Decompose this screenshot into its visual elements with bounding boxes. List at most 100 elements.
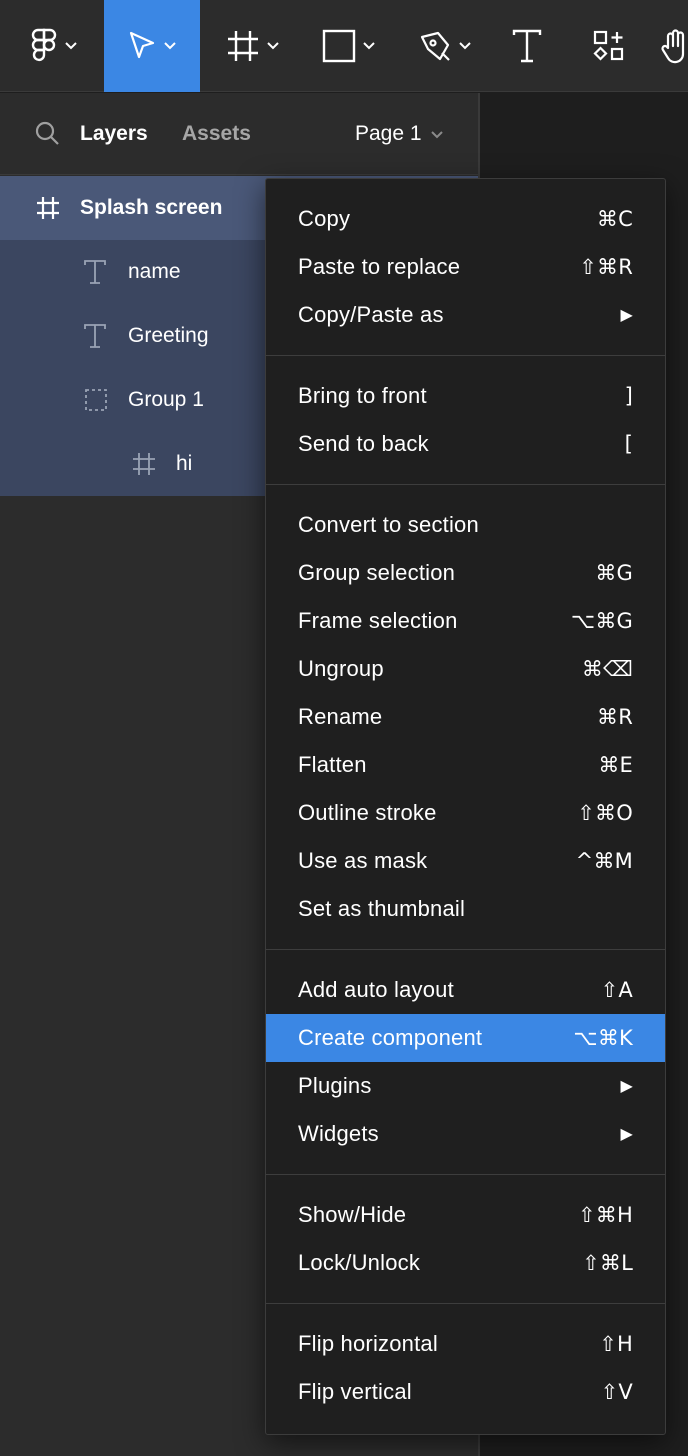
- shortcut-label: ⇧⌘H: [578, 1203, 633, 1227]
- menu-item-label: Paste to replace: [298, 254, 461, 279]
- menu-item-label: Set as thumbnail: [298, 896, 466, 921]
- chevron-down-icon: [163, 41, 177, 51]
- shortcut-label: ⇧H: [599, 1332, 633, 1356]
- shortcut-label: ⇧⌘L: [582, 1251, 633, 1275]
- menu-item-label: Use as mask: [298, 848, 428, 873]
- menu-item-label: Bring to front: [298, 383, 427, 408]
- menu-item-lock-unlock[interactable]: Lock/Unlock ⇧⌘L: [266, 1239, 665, 1287]
- move-tool-button[interactable]: [104, 0, 200, 92]
- group-icon: [84, 368, 108, 432]
- menu-item-paste-to-replace[interactable]: Paste to replace ⇧⌘R: [266, 243, 665, 291]
- menu-item-copy[interactable]: Copy ⌘C: [266, 195, 665, 243]
- menu-item-label: Flip horizontal: [298, 1331, 438, 1356]
- menu-group-order: Bring to front ] Send to back [: [266, 356, 665, 485]
- menu-item-label: Send to back: [298, 431, 429, 456]
- resources-icon: [592, 29, 626, 63]
- shortcut-label: ⌥⌘K: [573, 1026, 633, 1050]
- shortcut-label: ⌘G: [595, 561, 633, 585]
- menu-item-flatten[interactable]: Flatten ⌘E: [266, 741, 665, 789]
- shortcut-label: ⌘C: [596, 207, 633, 231]
- submenu-arrow-icon: ▶: [620, 1124, 633, 1143]
- text-icon: [512, 29, 542, 63]
- menu-item-label: Outline stroke: [298, 800, 437, 825]
- chevron-down-icon: [362, 41, 376, 51]
- search-icon[interactable]: [34, 120, 60, 151]
- menu-item-flip-vertical[interactable]: Flip vertical ⇧V: [266, 1368, 665, 1416]
- menu-item-label: Flatten: [298, 752, 367, 777]
- shape-tool-button[interactable]: [306, 0, 392, 92]
- tab-layers[interactable]: Layers: [80, 121, 148, 147]
- text-icon: [84, 304, 106, 368]
- resources-button[interactable]: [578, 0, 640, 92]
- menu-group-structure: Convert to section Group selection ⌘G Fr…: [266, 485, 665, 950]
- frame-icon: [226, 29, 260, 63]
- figma-logo-icon: [30, 28, 58, 64]
- text-icon: [84, 240, 106, 304]
- menu-item-send-to-back[interactable]: Send to back [: [266, 420, 665, 468]
- layer-label: name: [128, 260, 181, 283]
- move-cursor-icon: [127, 30, 157, 62]
- shortcut-label: ^⌘M: [575, 849, 633, 873]
- shortcut-label: [: [624, 432, 633, 456]
- menu-item-label: Ungroup: [298, 656, 384, 681]
- menu-item-label: Convert to section: [298, 512, 479, 537]
- menu-group-visibility: Show/Hide ⇧⌘H Lock/Unlock ⇧⌘L: [266, 1175, 665, 1304]
- chevron-down-icon: [458, 41, 472, 51]
- menu-item-bring-to-front[interactable]: Bring to front ]: [266, 372, 665, 420]
- menu-item-label: Show/Hide: [298, 1202, 407, 1227]
- menu-item-widgets[interactable]: Widgets ▶: [266, 1110, 665, 1158]
- menu-item-plugins[interactable]: Plugins ▶: [266, 1062, 665, 1110]
- toolbar: [0, 0, 688, 92]
- shortcut-label: ⌘E: [598, 753, 633, 777]
- menu-item-show-hide[interactable]: Show/Hide ⇧⌘H: [266, 1191, 665, 1239]
- menu-item-flip-horizontal[interactable]: Flip horizontal ⇧H: [266, 1320, 665, 1368]
- pen-tool-button[interactable]: [402, 0, 488, 92]
- rectangle-icon: [322, 29, 356, 63]
- hand-tool-button[interactable]: [660, 0, 688, 92]
- shortcut-label: ⇧V: [600, 1380, 633, 1404]
- chevron-down-icon: [266, 41, 280, 51]
- shortcut-label: ⌥⌘G: [570, 609, 633, 633]
- menu-item-label: Plugins: [298, 1073, 372, 1098]
- menu-item-label: Flip vertical: [298, 1379, 412, 1404]
- frame-icon: [36, 176, 60, 240]
- menu-group-clipboard: Copy ⌘C Paste to replace ⇧⌘R Copy/Paste …: [266, 179, 665, 356]
- page-name: Page 1: [355, 122, 422, 145]
- page-selector[interactable]: Page 1: [355, 121, 444, 147]
- menu-item-label: Widgets: [298, 1121, 379, 1146]
- panel-tabs: Layers Assets Page 1: [0, 93, 480, 175]
- frame-tool-button[interactable]: [210, 0, 296, 92]
- submenu-arrow-icon: ▶: [620, 1076, 633, 1095]
- menu-item-outline-stroke[interactable]: Outline stroke ⇧⌘O: [266, 789, 665, 837]
- tab-assets[interactable]: Assets: [182, 121, 251, 147]
- shortcut-label: ]: [624, 384, 633, 408]
- main-menu-button[interactable]: [14, 0, 94, 92]
- menu-item-label: Rename: [298, 704, 383, 729]
- layer-label: Greeting: [128, 324, 209, 347]
- menu-item-rename[interactable]: Rename ⌘R: [266, 693, 665, 741]
- menu-item-label: Lock/Unlock: [298, 1250, 421, 1275]
- pen-icon: [418, 29, 452, 63]
- text-tool-button[interactable]: [498, 0, 556, 92]
- menu-item-label: Copy/Paste as: [298, 302, 444, 327]
- chevron-down-icon: [430, 121, 444, 147]
- shortcut-label: ⇧A: [600, 978, 633, 1002]
- hand-icon: [660, 28, 688, 64]
- menu-item-label: Copy: [298, 206, 351, 231]
- menu-item-use-as-mask[interactable]: Use as mask ^⌘M: [266, 837, 665, 885]
- frame-icon: [132, 432, 156, 496]
- shortcut-label: ⇧⌘O: [577, 801, 633, 825]
- menu-item-create-component[interactable]: Create component ⌥⌘K: [266, 1014, 665, 1062]
- menu-item-convert-to-section[interactable]: Convert to section: [266, 501, 665, 549]
- shortcut-label: ⇧⌘R: [579, 255, 633, 279]
- menu-item-ungroup[interactable]: Ungroup ⌘⌫: [266, 645, 665, 693]
- menu-item-frame-selection[interactable]: Frame selection ⌥⌘G: [266, 597, 665, 645]
- menu-item-copy-paste-as[interactable]: Copy/Paste as ▶: [266, 291, 665, 339]
- menu-item-set-as-thumbnail[interactable]: Set as thumbnail: [266, 885, 665, 933]
- layer-label: hi: [176, 452, 193, 475]
- menu-item-group-selection[interactable]: Group selection ⌘G: [266, 549, 665, 597]
- menu-item-label: Create component: [298, 1025, 483, 1050]
- menu-item-label: Frame selection: [298, 608, 458, 633]
- menu-item-add-auto-layout[interactable]: Add auto layout ⇧A: [266, 966, 665, 1014]
- chevron-down-icon: [64, 41, 78, 51]
